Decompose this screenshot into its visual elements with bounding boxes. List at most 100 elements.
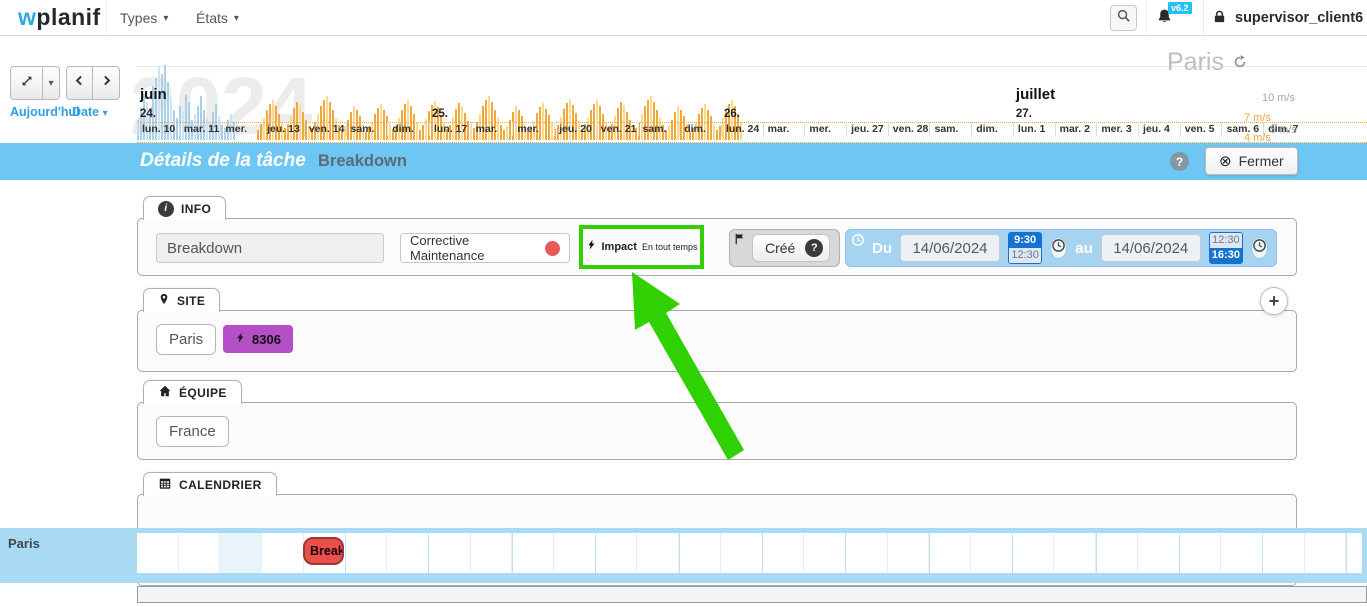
calendar-cell[interactable]	[346, 533, 388, 573]
close-button[interactable]: ⊗ Fermer	[1205, 147, 1298, 175]
calendar-cell[interactable]	[220, 533, 262, 573]
calendar-band: Paris Break	[0, 528, 1367, 583]
day-label: jeu. 4	[1138, 122, 1170, 136]
help-button[interactable]: ?	[1170, 152, 1189, 171]
calendar-cell[interactable]	[929, 533, 971, 573]
calendar-cell[interactable]	[971, 533, 1013, 573]
menu-etats[interactable]: États ▾	[190, 0, 245, 36]
station-name: Paris	[1167, 48, 1224, 77]
logo[interactable]: wplanif	[18, 4, 101, 31]
calendar-gridline	[679, 533, 680, 573]
day-label: ven. 14	[304, 122, 345, 136]
calendar-cell[interactable]	[763, 533, 805, 573]
status-group: Créé ?	[729, 229, 840, 267]
tab-site-label: SITE	[177, 294, 205, 308]
divider	[1203, 0, 1204, 36]
impact-chip[interactable]: Impact En tout temps	[586, 238, 698, 256]
to-time-picker-button[interactable]	[1251, 237, 1268, 259]
calendar-cell[interactable]	[1346, 533, 1362, 573]
calendar-cell[interactable]	[596, 533, 638, 573]
day-label: sam.	[638, 122, 667, 136]
next-button[interactable]	[93, 66, 120, 100]
day-label: lun. 17	[429, 122, 467, 136]
search-button[interactable]	[1110, 5, 1137, 31]
day-label: mar.	[763, 122, 790, 136]
calendar-cell[interactable]	[846, 533, 888, 573]
user-menu[interactable]: supervisor_client6 ▾	[1212, 0, 1367, 36]
calendar-cell[interactable]	[637, 533, 679, 573]
to-label: au	[1075, 240, 1093, 257]
from-date-input[interactable]	[900, 234, 1000, 262]
day-label: ven. 5	[1180, 122, 1215, 136]
add-site-button[interactable]: +	[1260, 287, 1288, 315]
to-time-end: 16:30	[1210, 248, 1242, 263]
tab-equipe: ÉQUIPE	[143, 380, 242, 404]
day-label: dim.	[679, 122, 706, 136]
task-type-select[interactable]: Corrective Maintenance	[400, 233, 570, 263]
calendar-cell[interactable]	[721, 533, 763, 573]
lock-icon	[1212, 9, 1227, 28]
from-time-end: 12:30	[1009, 248, 1041, 263]
calendar-cell[interactable]	[179, 533, 221, 573]
calendar-gridline	[1012, 533, 1013, 573]
wind-scale-label: 4 m/s	[1244, 132, 1271, 143]
calendar-cell[interactable]	[1138, 533, 1180, 573]
expand-icon	[20, 74, 34, 93]
plus-icon: +	[1269, 291, 1280, 312]
refresh-icon[interactable]	[1232, 48, 1248, 77]
to-time-start: 12:30	[1210, 233, 1242, 248]
status-button[interactable]: Créé ?	[752, 234, 830, 262]
chevron-right-icon	[100, 74, 113, 92]
calendar-row: Break	[137, 533, 1362, 573]
calendar-cell[interactable]	[1054, 533, 1096, 573]
notifications-button[interactable]: v6.2	[1156, 8, 1173, 30]
day-label: mar. 11	[179, 122, 220, 136]
calendar-cell[interactable]	[512, 533, 554, 573]
calendar-gridline	[512, 533, 513, 573]
wind-chart[interactable]: 2024 ▾ Aujourd'hui	[0, 36, 1367, 143]
asset-tag[interactable]: 8306	[223, 325, 293, 353]
menu-types[interactable]: Types ▾	[114, 0, 174, 36]
tab-calendrier-label: CALENDRIER	[179, 478, 262, 492]
calendar-cell[interactable]	[804, 533, 846, 573]
calendar-cell[interactable]	[262, 533, 304, 573]
team-tag[interactable]: France	[156, 416, 229, 447]
type-color-dot	[545, 241, 560, 256]
calendar-cell[interactable]	[429, 533, 471, 573]
horizontal-scrollbar[interactable]	[137, 586, 1367, 603]
calendar-cell[interactable]	[679, 533, 721, 573]
calendar-cell[interactable]	[1013, 533, 1055, 573]
calendar-cell[interactable]	[1263, 533, 1305, 573]
calendar-cell[interactable]	[554, 533, 596, 573]
zoom-caret-button[interactable]: ▾	[43, 66, 60, 100]
task-name-input[interactable]	[156, 233, 384, 263]
week-label: 24.	[140, 108, 156, 120]
site-tag[interactable]: Paris	[156, 324, 216, 355]
to-time-badge[interactable]: 12:30 16:30	[1209, 232, 1243, 264]
calendar-event[interactable]: Break	[303, 537, 344, 565]
calendar-gridline	[762, 533, 763, 573]
calendar-cell[interactable]	[1180, 533, 1222, 573]
day-label: ven. 28	[888, 122, 929, 136]
zoom-range-button[interactable]	[10, 66, 43, 100]
from-time-badge[interactable]: 9:30 12:30	[1008, 232, 1042, 264]
calendar-cell[interactable]	[1096, 533, 1138, 573]
calendar-cell[interactable]	[471, 533, 513, 573]
today-link[interactable]: Aujourd'hui	[10, 105, 80, 119]
from-time-picker-button[interactable]	[1050, 237, 1067, 259]
day-label: lun. 24	[721, 122, 759, 136]
to-date-input[interactable]	[1101, 234, 1201, 262]
prev-button[interactable]	[66, 66, 93, 100]
day-label: sam.	[346, 122, 375, 136]
calendar-cell[interactable]	[888, 533, 930, 573]
calendar-cell[interactable]	[1305, 533, 1347, 573]
calendar-cell[interactable]	[1221, 533, 1263, 573]
calendar-cell[interactable]	[137, 533, 179, 573]
date-link[interactable]: Date ▾	[72, 105, 108, 119]
info-icon: i	[158, 201, 174, 217]
tab-calendrier: CALENDRIER	[143, 472, 277, 496]
calendar-cell[interactable]	[387, 533, 429, 573]
bell-icon	[1156, 12, 1173, 29]
logo-prefix: w	[18, 4, 36, 30]
day-label: dim.	[971, 122, 998, 136]
